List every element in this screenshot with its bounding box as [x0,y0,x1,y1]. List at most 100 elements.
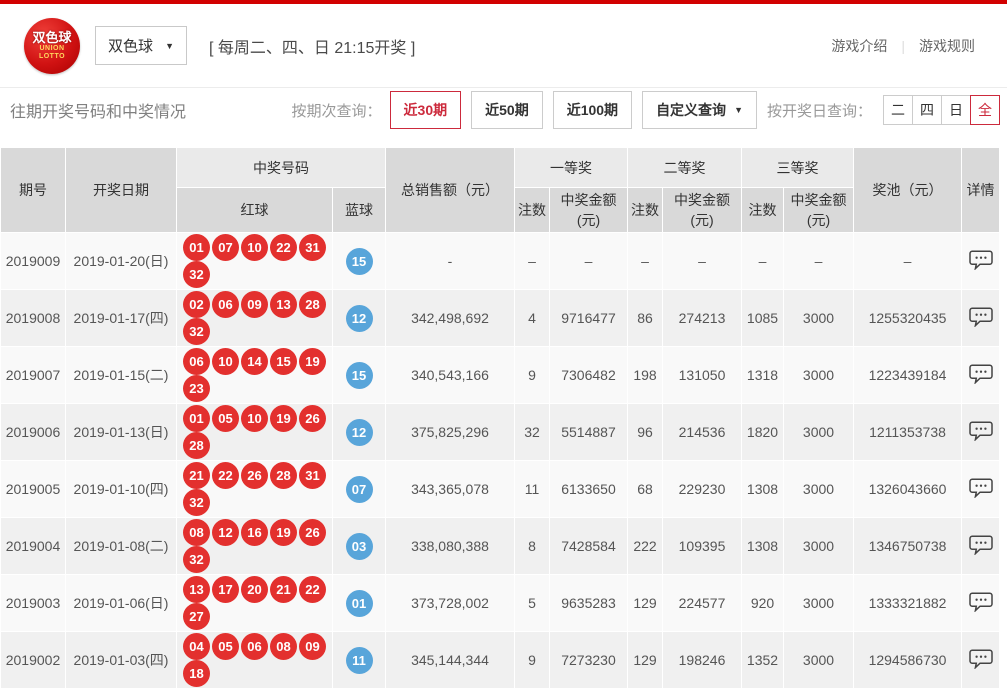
red-ball: 27 [183,603,210,630]
detail-cell[interactable] [962,518,999,574]
third-count-cell: 920 [742,575,783,631]
comment-bubble-icon[interactable] [969,364,993,384]
comment-bubble-icon[interactable] [969,421,993,441]
filter-bar: 往期开奖号码和中奖情况 按期次查询： 近30期 近50期 近100期 自定义查询… [0,88,1007,132]
detail-cell[interactable] [962,347,999,403]
col-header-period: 期号 [1,148,65,232]
date-cell: 2019-01-03(四) [66,632,176,688]
day-button-sun[interactable]: 日 [941,95,971,125]
second-count-cell: 96 [628,404,662,460]
red-ball: 21 [270,576,297,603]
red-ball: 10 [212,348,239,375]
comment-bubble-icon[interactable] [969,535,993,555]
custom-query-label: 自定义查询 [656,100,726,120]
day-button-tue[interactable]: 二 [883,95,913,125]
detail-cell[interactable] [962,632,999,688]
sales-cell: 340,543,166 [386,347,514,403]
detail-cell[interactable] [962,290,999,346]
comment-bubble-icon[interactable] [969,478,993,498]
third-count-cell: – [742,233,783,289]
first-count-cell: 5 [515,575,549,631]
third-amount-cell: 3000 [784,347,853,403]
period-button-last100[interactable]: 近100期 [553,91,632,129]
sales-cell: 342,498,692 [386,290,514,346]
first-amount-cell: – [550,233,627,289]
detail-cell[interactable] [962,233,999,289]
red-ball: 15 [270,348,297,375]
second-amount-cell: 198246 [663,632,741,688]
col-header-red-balls: 红球 [177,188,332,232]
col-header-first-count: 注数 [515,188,549,232]
red-ball: 19 [299,348,326,375]
comment-bubble-icon[interactable] [969,250,993,270]
red-ball: 18 [183,660,210,687]
first-amount-cell: 7306482 [550,347,627,403]
sales-cell: 338,080,388 [386,518,514,574]
red-ball: 26 [299,519,326,546]
period-cell: 2019008 [1,290,65,346]
blue-ball-cell: 11 [333,632,385,688]
third-amount-cell: 3000 [784,404,853,460]
red-balls-cell: 061014151923 [177,347,332,403]
third-count-cell: 1308 [742,518,783,574]
comment-bubble-icon[interactable] [969,307,993,327]
red-ball: 08 [270,633,297,660]
red-ball: 06 [212,291,239,318]
filter-controls: 按期次查询： 近30期 近50期 近100期 自定义查询 ▼ 按开奖日查询： 二… [292,91,1000,129]
blue-ball: 12 [346,419,373,446]
col-header-third-count: 注数 [742,188,783,232]
date-cell: 2019-01-15(二) [66,347,176,403]
period-cell: 2019007 [1,347,65,403]
blue-ball-cell: 07 [333,461,385,517]
third-amount-cell: 3000 [784,518,853,574]
red-ball: 02 [183,291,210,318]
blue-ball: 01 [346,590,373,617]
red-ball: 20 [241,576,268,603]
red-balls-cell: 212226283132 [177,461,332,517]
game-select-dropdown[interactable]: 双色球 ▼ [95,26,187,65]
red-ball: 06 [183,348,210,375]
custom-query-dropdown[interactable]: 自定义查询 ▼ [642,91,757,129]
chevron-down-icon: ▼ [734,105,743,115]
period-cell: 2019003 [1,575,65,631]
third-count-cell: 1085 [742,290,783,346]
col-header-second-prize: 二等奖 [628,148,741,187]
pool-cell: 1211353738 [854,404,961,460]
red-ball: 01 [183,405,210,432]
red-balls-cell: 081216192632 [177,518,332,574]
blue-ball: 15 [346,362,373,389]
period-button-last30[interactable]: 近30期 [390,91,462,129]
col-header-first-prize: 一等奖 [515,148,627,187]
first-count-cell: – [515,233,549,289]
detail-cell[interactable] [962,404,999,460]
red-ball: 19 [270,405,297,432]
comment-bubble-icon[interactable] [969,649,993,669]
red-ball: 31 [299,234,326,261]
third-count-cell: 1318 [742,347,783,403]
red-ball: 19 [270,519,297,546]
red-ball: 31 [299,462,326,489]
period-button-last50[interactable]: 近50期 [471,91,543,129]
detail-cell[interactable] [962,575,999,631]
section-title: 往期开奖号码和中奖情况 [10,98,186,122]
first-count-cell: 32 [515,404,549,460]
red-ball: 09 [241,291,268,318]
col-header-third-prize: 三等奖 [742,148,853,187]
second-amount-cell: 214536 [663,404,741,460]
comment-bubble-icon[interactable] [969,592,993,612]
second-count-cell: 222 [628,518,662,574]
pool-cell: 1333321882 [854,575,961,631]
day-button-all[interactable]: 全 [970,95,1000,125]
game-intro-link[interactable]: 游戏介绍 [817,36,901,56]
period-cell: 2019004 [1,518,65,574]
red-ball: 32 [183,546,210,573]
sales-cell: 373,728,002 [386,575,514,631]
period-cell: 2019002 [1,632,65,688]
second-amount-cell: 224577 [663,575,741,631]
day-button-thu[interactable]: 四 [912,95,942,125]
union-lotto-logo[interactable]: 双色球 UNION LOTTO [24,18,80,74]
game-rules-link[interactable]: 游戏规则 [905,36,989,56]
detail-cell[interactable] [962,461,999,517]
red-ball: 32 [183,261,210,288]
first-amount-cell: 5514887 [550,404,627,460]
